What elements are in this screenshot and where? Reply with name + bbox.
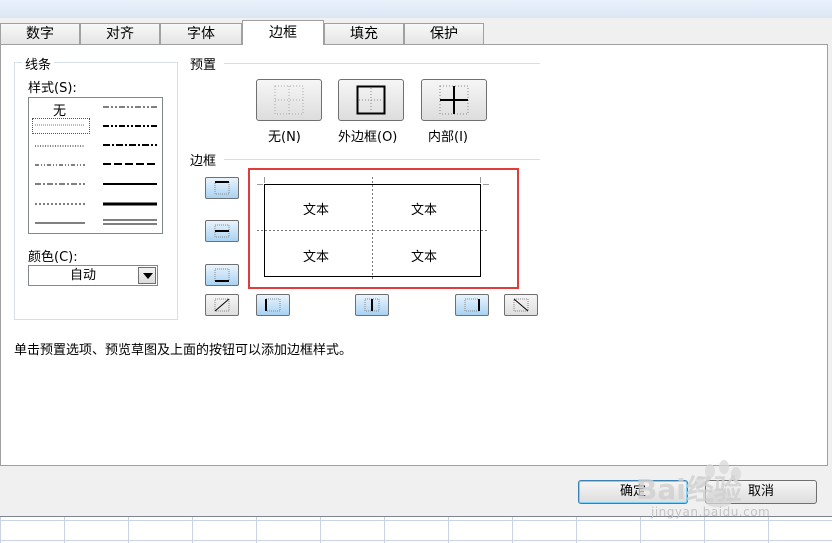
border-diagonal-up-button[interactable] xyxy=(205,294,239,316)
border-right-icon xyxy=(464,298,480,312)
color-dropdown-value: 自动 xyxy=(69,268,96,283)
panel-left-edge xyxy=(0,44,1,466)
border-bottom-icon xyxy=(214,268,230,282)
preset-outline-label: 外边框(O) xyxy=(338,130,398,145)
border-middle-horizontal-button[interactable] xyxy=(205,220,239,242)
tab-protection[interactable]: 保护 xyxy=(404,23,484,44)
preset-inside-button[interactable] xyxy=(421,79,487,121)
border-diagonal-down-button[interactable] xyxy=(504,294,538,316)
border-bottom-button[interactable] xyxy=(205,264,239,286)
border-middle-vertical-button[interactable] xyxy=(355,294,389,316)
preset-none-label: 无(N) xyxy=(268,130,301,145)
presets-title: 预置 xyxy=(190,58,217,73)
diagonal-up-icon xyxy=(214,298,230,312)
border-title: 边框 xyxy=(190,154,217,169)
watermark-url: jingyan.baidu.com xyxy=(651,505,771,519)
preset-none-button[interactable] xyxy=(256,79,322,121)
preset-inside-icon xyxy=(439,85,469,115)
border-divider xyxy=(224,159,540,160)
border-top-icon xyxy=(214,181,230,195)
format-cells-dialog: 数字 对齐 字体 边框 填充 保护 线条 样式(S): 无 颜色(C): 自动 … xyxy=(0,0,832,517)
highlight-annotation-box xyxy=(248,168,519,289)
tab-border[interactable]: 边框 xyxy=(242,20,324,45)
tab-font[interactable]: 字体 xyxy=(160,23,242,44)
line-style-list[interactable]: 无 xyxy=(28,97,163,234)
presets-divider xyxy=(224,63,540,64)
preset-inside-label: 内部(I) xyxy=(428,130,468,145)
border-inside-horizontal-icon xyxy=(214,224,230,238)
preset-outline-icon xyxy=(356,85,386,115)
border-left-button[interactable] xyxy=(256,294,290,316)
border-top-button[interactable] xyxy=(205,177,239,199)
preset-none-icon xyxy=(274,85,304,115)
line-group-title: 线条 xyxy=(22,54,55,73)
cancel-button[interactable]: 取消 xyxy=(705,480,817,504)
border-right-button[interactable] xyxy=(455,294,489,316)
line-style-samples[interactable] xyxy=(29,98,162,233)
diagonal-down-icon xyxy=(513,298,529,312)
tab-alignment[interactable]: 对齐 xyxy=(80,23,160,44)
style-label: 样式(S): xyxy=(28,81,77,96)
preset-outline-button[interactable] xyxy=(338,79,404,121)
tab-fill[interactable]: 填充 xyxy=(324,23,404,44)
dialog-title-bar xyxy=(0,0,832,18)
color-label: 颜色(C): xyxy=(28,250,78,265)
chevron-down-icon[interactable] xyxy=(138,267,156,284)
color-dropdown[interactable]: 自动 xyxy=(28,265,158,286)
tab-number[interactable]: 数字 xyxy=(0,23,80,44)
ok-button[interactable]: 确定 xyxy=(578,480,688,504)
border-left-icon xyxy=(265,298,281,312)
hint-text: 单击预置选项、预览草图及上面的按钮可以添加边框样式。 xyxy=(14,343,353,358)
border-inside-vertical-icon xyxy=(364,298,380,312)
